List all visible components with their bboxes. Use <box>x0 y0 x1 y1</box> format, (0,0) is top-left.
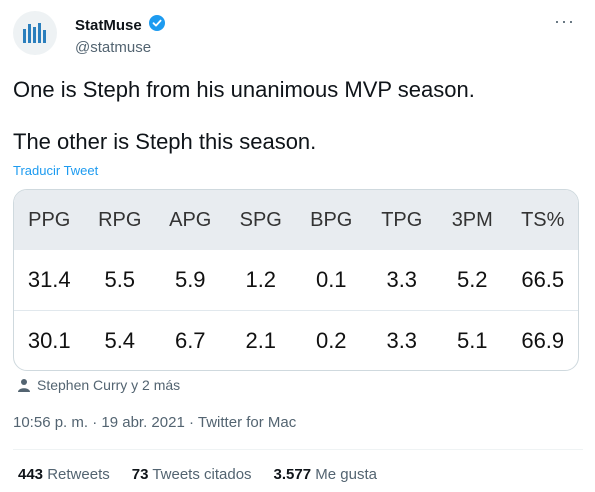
stats-header-cell: BPG <box>310 208 353 231</box>
stats-cell: 5.1 <box>456 328 488 353</box>
statmuse-logo-icon <box>23 23 46 43</box>
tweet-line-1: One is Steph from his unanimous MVP seas… <box>13 77 475 102</box>
tagged-users-label: Stephen Curry y 2 más <box>37 377 181 393</box>
stats-header-cell: PPG <box>28 208 71 231</box>
tweet-date[interactable]: 19 abr. 2021 <box>101 414 184 431</box>
retweets-count[interactable]: 443 Retweets <box>18 466 110 483</box>
stats-cell: 1.2 <box>245 267 277 292</box>
stats-header-cell: TS% <box>521 208 565 231</box>
stats-cell: 3.3 <box>386 328 418 353</box>
stats-cell: 30.1 <box>27 328 71 353</box>
stats-header-cell: 3PM <box>451 208 493 231</box>
stats-cell: 0.2 <box>315 328 347 353</box>
meta-separator: · <box>92 414 98 431</box>
tweet-source[interactable]: Twitter for Mac <box>198 414 296 431</box>
verified-badge-icon <box>149 15 166 36</box>
meta-separator: · <box>188 414 194 431</box>
quote-tweets-count[interactable]: 73 Tweets citados <box>132 466 252 483</box>
stats-cell: 5.4 <box>104 328 136 353</box>
stats-cell: 5.2 <box>456 267 488 292</box>
stats-cell: 6.7 <box>174 328 206 353</box>
handle[interactable]: @statmuse <box>75 39 165 56</box>
author-names: StatMuse @statmuse <box>75 15 166 56</box>
tweet-header: StatMuse @statmuse ··· <box>13 11 583 56</box>
stats-cell: 31.4 <box>27 267 71 292</box>
translate-tweet-link[interactable]: Traducir Tweet <box>13 163 98 178</box>
stats-table-image[interactable]: PPG RPG APG SPG BPG TPG 3PM TS% 31.4 5.5… <box>13 189 579 371</box>
tweet-line-2: The other is Steph this season. <box>13 129 317 154</box>
engagement-counts: 443 Retweets 73 Tweets citados 3.577 Me … <box>18 466 377 483</box>
table-row: 31.4 5.5 5.9 1.2 0.1 3.3 5.2 66.5 <box>14 250 578 311</box>
person-icon <box>18 379 30 392</box>
stats-header-cell: RPG <box>98 208 142 231</box>
display-name[interactable]: StatMuse <box>75 17 142 34</box>
tweet-time[interactable]: 10:56 p. m. <box>13 414 88 431</box>
likes-count[interactable]: 3.577 Me gusta <box>274 466 377 483</box>
stats-header-row: PPG RPG APG SPG BPG TPG 3PM TS% <box>14 190 578 250</box>
tweet-meta: 10:56 p. m. · 19 abr. 2021 · Twitter for… <box>13 414 296 431</box>
divider <box>13 449 583 450</box>
stats-header-cell: TPG <box>381 208 423 231</box>
stats-cell: 5.9 <box>174 267 206 292</box>
more-options-icon[interactable]: ··· <box>554 11 575 32</box>
stats-cell: 3.3 <box>386 267 418 292</box>
avatar[interactable] <box>13 11 57 55</box>
table-row: 30.1 5.4 6.7 2.1 0.2 3.3 5.1 66.9 <box>14 311 578 370</box>
stats-cell: 0.1 <box>315 267 347 292</box>
stats-cell: 5.5 <box>104 267 136 292</box>
stats-header-cell: APG <box>169 208 212 231</box>
stats-cell: 66.9 <box>521 328 565 353</box>
tagged-users[interactable]: Stephen Curry y 2 más <box>17 377 180 393</box>
stats-cell: 66.5 <box>521 267 565 292</box>
stats-header-cell: SPG <box>239 208 282 231</box>
stats-cell: 2.1 <box>245 328 277 353</box>
tweet-text: One is Steph from his unanimous MVP seas… <box>13 75 573 157</box>
